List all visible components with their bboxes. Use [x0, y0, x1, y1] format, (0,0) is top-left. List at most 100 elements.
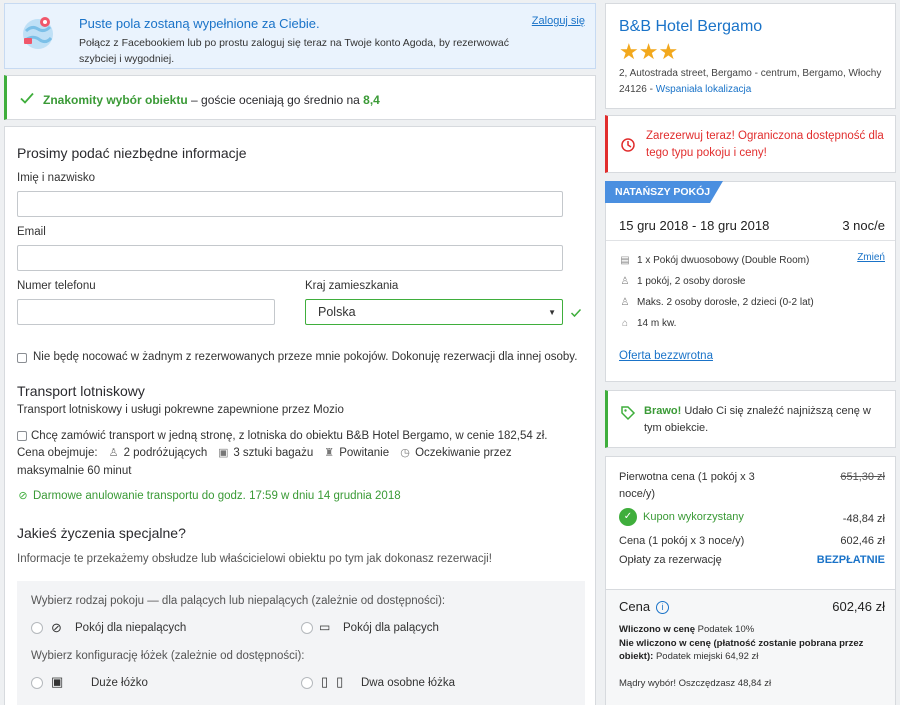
occupancy-row: ♙ 1 pokój, 2 osoby dorosłe	[619, 276, 746, 287]
occupancy: 1 pokój, 2 osoby dorosłe	[637, 276, 746, 287]
stay-dates: 15 gru 2018 - 18 gru 2018	[619, 218, 770, 233]
rating-notice-text: Znakomity wybór obiektu – goście oceniaj…	[43, 93, 380, 107]
not-staying-checkbox[interactable]	[17, 353, 27, 363]
total-label: Cena i	[619, 599, 670, 614]
price-summary: Pierwotna cena (1 pokój x 3 noce/y) 651,…	[605, 456, 896, 705]
non-refundable-offer-link[interactable]: Oferta bezzwrotna	[619, 350, 713, 362]
room-card: NATAŃSZY POKÓJ 15 gru 2018 - 18 gru 2018…	[605, 181, 896, 382]
lowest-price-notice: Brawo! Udało Ci się znaleźć najniższą ce…	[605, 390, 896, 448]
country-select[interactable]: Polska ▼	[305, 299, 563, 325]
smoking-label: Pokój dla palących	[343, 622, 439, 634]
price-value: 602,46 zł	[840, 535, 885, 547]
rating-score: 8,4	[363, 93, 380, 107]
greeting-label: Powitanie	[339, 447, 390, 459]
transport-subheading: Transport lotniskowy i usługi pokrewne z…	[17, 404, 344, 416]
phone-label: Numer telefonu	[17, 280, 96, 292]
lowest-price-text: Brawo! Udało Ci się znaleźć najniższą ce…	[644, 403, 889, 437]
luggage-icon: ▣	[218, 447, 229, 459]
special-requests-heading: Jakieś życzenia specjalne?	[17, 525, 186, 541]
fee-row: Opłaty za rezerwację BEZPŁATNIE	[619, 552, 885, 569]
globe-icon	[23, 17, 53, 49]
change-room-link[interactable]: Zmień	[857, 252, 885, 263]
twin-beds-icon: ▯▯	[321, 674, 352, 689]
transport-includes: Cena obejmuje: ♙ 2 podróżujących ▣ 3 sztuki …	[17, 445, 577, 462]
family-icon: ♙	[620, 297, 630, 308]
country-label: Kraj zamieszkania	[305, 280, 399, 292]
divider	[606, 240, 895, 241]
hotel-address: 2, Autostrada street, Bergamo - centrum,…	[619, 66, 889, 98]
tax-excluded: Nie wliczono w cenę (płatność zostanie p…	[619, 637, 885, 663]
not-staying-label: Nie będę nocować w żadnym z rezerwowanyc…	[33, 351, 578, 363]
waiting-label-a: Oczekiwanie przez	[415, 447, 512, 459]
person-icon: ♙	[108, 447, 119, 459]
name-input[interactable]	[17, 191, 563, 217]
greeter-icon: ♜	[324, 447, 335, 459]
banner-description: Połącz z Facebookiem lub po prostu zalog…	[79, 37, 509, 65]
room-type-row: ▤ 1 x Pokój dwuosobowy (Double Room)	[619, 255, 809, 266]
transport-checkbox-label: Chcę zamówić transport w jedną stronę, z…	[31, 430, 548, 442]
luggage-count: 3 sztuki bagażu	[233, 447, 314, 459]
max-occupancy-row: ♙ Maks. 2 osoby dorosłe, 2 dzieci (0-2 la…	[619, 297, 814, 308]
tag-icon	[621, 406, 636, 421]
rating-notice: Znakomity wybór obiektu – goście oceniaj…	[4, 75, 596, 120]
email-input[interactable]	[17, 245, 563, 271]
transport-heading: Transport lotniskowy	[17, 383, 145, 399]
hotel-name: B&B Hotel Bergamo	[619, 18, 763, 35]
rating-notice-strong: Znakomity wybór obiektu	[43, 93, 188, 107]
cancel-icon: ⊘	[18, 490, 28, 502]
non-smoking-icon: ⊘	[51, 620, 62, 635]
location-label[interactable]: Wspaniała lokalizacja	[656, 84, 752, 95]
double-bed-icon: ▣	[51, 674, 64, 689]
max-occupancy: Maks. 2 osoby dorosłe, 2 dzieci (0-2 lat…	[637, 297, 814, 308]
stay-nights: 3 noc/e	[842, 218, 885, 233]
bed-config-label: Wybierz konfigurację łóżek (zależnie od …	[31, 650, 305, 662]
tax-excluded-value: Podatek miejski 64,92 zł	[653, 651, 759, 662]
room-type: 1 x Pokój dwuosobowy (Double Room)	[637, 255, 810, 266]
cheapest-room-tag: NATAŃSZY POKÓJ	[605, 181, 723, 203]
coupon-label: Kupon wykorzystany	[643, 510, 744, 523]
total-value: 602,46 zł	[832, 599, 885, 614]
coupon-icon: ✓	[619, 508, 637, 526]
original-price-label: Pierwotna cena (1 pokój x 3 noce/y)	[619, 471, 755, 500]
urgency-notice: Zarezerwuj teraz! Ograniczona dostępność…	[605, 115, 896, 173]
waiting-label-b: maksymalnie 60 minut	[17, 465, 132, 477]
country-select-value: Polska	[318, 305, 356, 319]
smoking-radio[interactable]	[301, 622, 313, 634]
total-label-text: Cena	[619, 599, 651, 614]
check-icon	[570, 308, 582, 318]
fee-value: BEZPŁATNIE	[816, 554, 885, 566]
caret-down-icon: ▼	[548, 308, 556, 317]
twin-beds-label: Dwa osobne łóżka	[361, 677, 455, 689]
travellers-count: 2 podróżujących	[123, 447, 208, 459]
twin-beds-radio[interactable]	[301, 677, 313, 689]
coupon-value: -48,84 zł	[842, 513, 885, 525]
person-icon: ♙	[620, 276, 630, 287]
large-bed-label: Duże łóżko	[91, 677, 148, 689]
clock-icon: ◷	[400, 447, 410, 459]
phone-input[interactable]	[17, 299, 275, 325]
room-type-label: Wybierz rodzaj pokoju — dla palących lub…	[31, 595, 446, 607]
email-label: Email	[17, 226, 46, 238]
price-label: Cena (1 pokój x 3 noce/y)	[619, 535, 745, 547]
info-icon[interactable]: i	[656, 601, 670, 614]
transport-includes-label: Cena obejmuje:	[17, 447, 98, 459]
original-price-value: 651,30 zł	[840, 471, 885, 483]
saving-note: Mądry wybór! Oszczędzasz 48,84 zł	[619, 678, 772, 689]
transport-checkbox[interactable]	[17, 431, 27, 441]
banner-title: Puste pola zostaną wypełnione za Ciebie.	[79, 16, 320, 31]
star-rating: ★★★	[619, 39, 679, 64]
original-price-row: Pierwotna cena (1 pokój x 3 noce/y) 651,…	[619, 469, 885, 503]
tax-included: Wliczono w cenę Podatek 10%	[619, 623, 885, 636]
bravo-strong: Brawo!	[644, 405, 682, 417]
form-heading: Prosimy podać niezbędne informacje	[17, 145, 247, 161]
name-label: Imię i nazwisko	[17, 172, 95, 184]
clock-alert-icon	[621, 138, 635, 152]
free-cancel-notice: ⊘ Darmowe anulowanie transportu do godz. …	[17, 488, 400, 505]
fee-label: Opłaty za rezerwację	[619, 554, 722, 566]
large-bed-radio[interactable]	[31, 677, 43, 689]
login-link[interactable]: Zaloguj się	[532, 15, 585, 27]
coupon-row: ✓ Kupon wykorzystany -48,84 zł	[619, 508, 885, 526]
non-smoking-radio[interactable]	[31, 622, 43, 634]
room-size: 14 m kw.	[637, 318, 677, 329]
special-requests-box: Wybierz rodzaj pokoju — dla palących lub…	[17, 581, 585, 705]
